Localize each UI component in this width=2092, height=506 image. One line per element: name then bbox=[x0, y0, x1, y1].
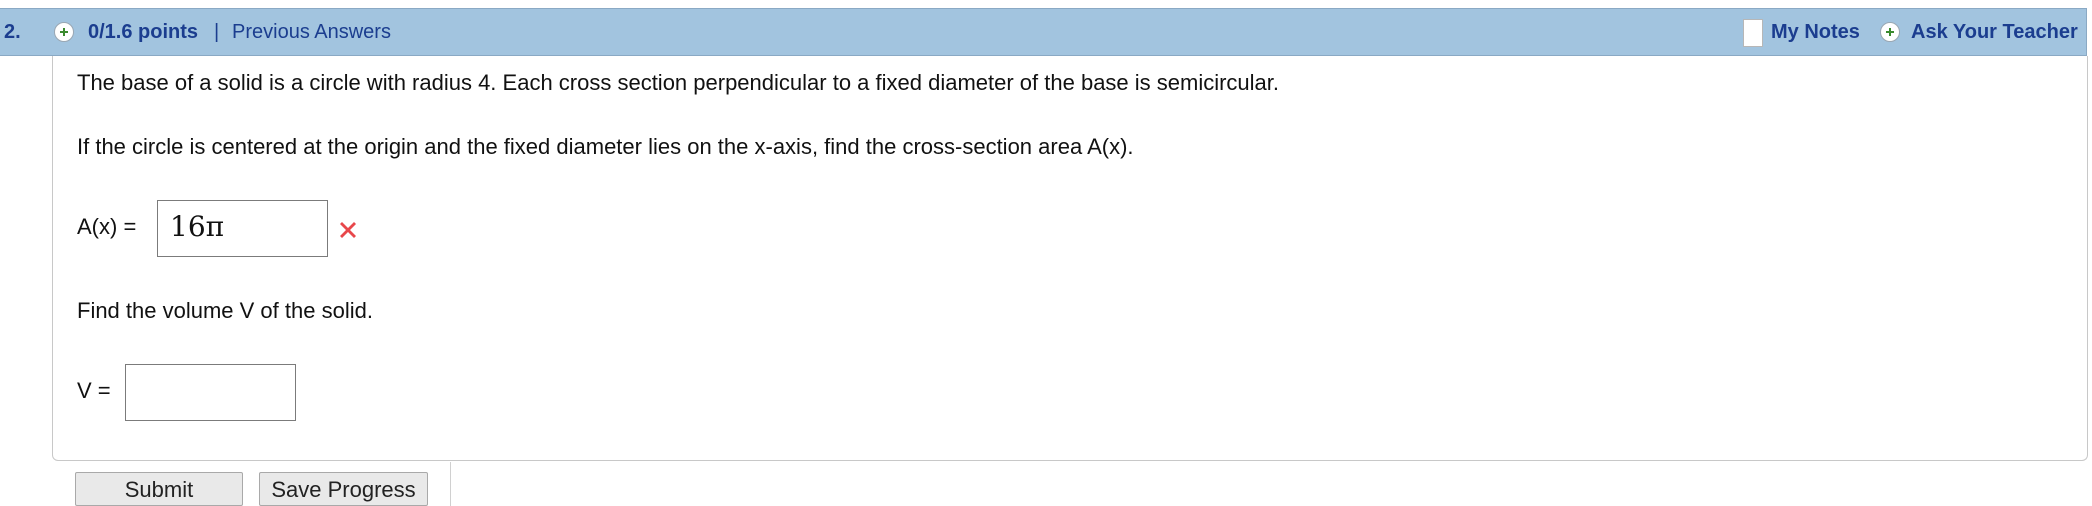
volume-answer-field[interactable] bbox=[125, 364, 296, 421]
save-progress-button[interactable]: Save Progress bbox=[259, 472, 428, 506]
problem-instruction: If the circle is centered at the origin … bbox=[77, 134, 1134, 159]
question-number: 2. bbox=[4, 21, 21, 43]
submit-answer-button[interactable]: Submit Answer bbox=[75, 472, 243, 506]
previous-answers-link[interactable]: Previous Answers bbox=[232, 21, 391, 44]
question-body bbox=[52, 56, 2088, 461]
my-notes-link[interactable]: My Notes bbox=[1771, 21, 1860, 44]
note-icon[interactable] bbox=[1743, 19, 1763, 47]
ask-your-teacher-link[interactable]: Ask Your Teacher bbox=[1911, 21, 2078, 44]
plus-circle-icon[interactable] bbox=[54, 22, 74, 42]
problem-statement: The base of a solid is a circle with rad… bbox=[77, 70, 1280, 95]
volume-label: V = bbox=[77, 378, 111, 403]
points-score: 0/1.6 points bbox=[88, 21, 199, 43]
question-header: 2. 0/1.6 points | Previous Answers My No… bbox=[0, 8, 2087, 56]
question-panel: 2. 0/1.6 points | Previous Answers My No… bbox=[0, 0, 2092, 506]
footer-divider bbox=[450, 462, 451, 506]
area-label: A(x) = bbox=[77, 214, 137, 239]
x-mark-icon bbox=[340, 222, 356, 238]
area-answer-field[interactable]: 16π bbox=[157, 200, 328, 257]
volume-prompt: Find the volume V of the solid. bbox=[77, 298, 373, 323]
area-answer-value: 16π bbox=[170, 210, 225, 243]
header-separator: | bbox=[214, 21, 220, 43]
plus-circle-icon[interactable] bbox=[1880, 22, 1900, 42]
